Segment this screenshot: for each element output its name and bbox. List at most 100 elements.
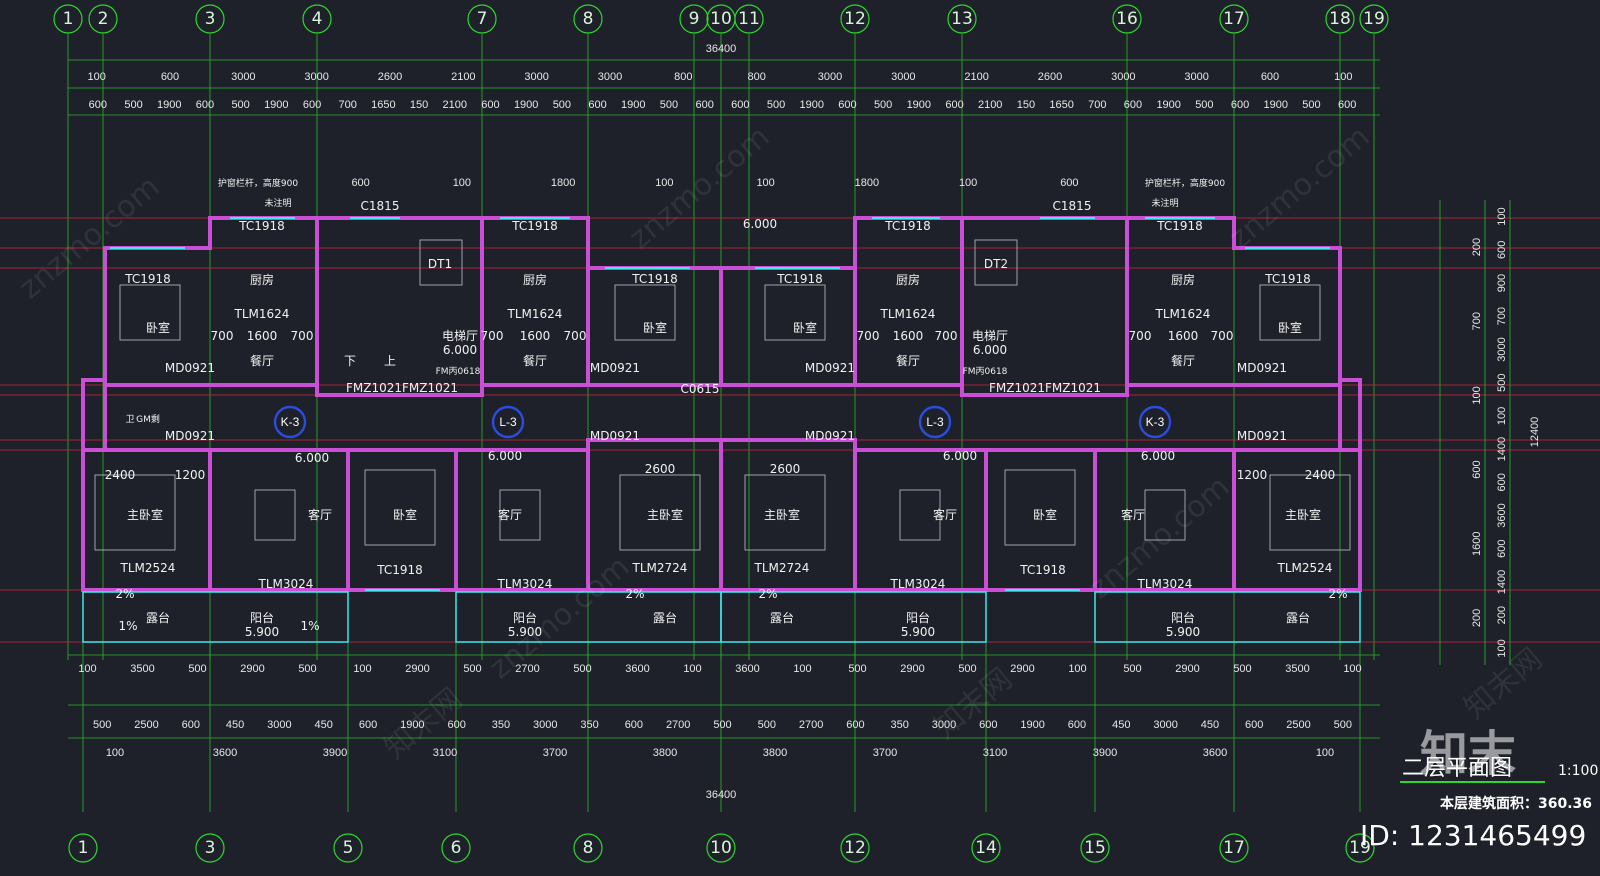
- label-master: 主卧室: [1285, 507, 1321, 522]
- label-kitchen: 厨房: [896, 272, 920, 287]
- label-700: 700: [935, 329, 958, 343]
- dim-bottom-row1: 2900: [1175, 663, 1199, 675]
- dim-top-row2: 600: [481, 99, 499, 111]
- label-md0921: MD0921: [165, 429, 215, 443]
- floor-plan-drawing: TC1918 TC1918 厨房 卧室 TLM1624 餐厅 MD0921 MD…: [0, 0, 1600, 876]
- dim-top-row2: 500: [767, 99, 785, 111]
- label-kitchen: 厨房: [1171, 272, 1195, 287]
- label-balcony: 阳台: [250, 610, 274, 625]
- label-tc1918: TC1918: [238, 219, 285, 233]
- label-1200: 1200: [175, 468, 206, 482]
- label-living: 客厅: [1121, 507, 1145, 522]
- dim-top-row1: 600: [161, 71, 179, 83]
- label-2600: 2600: [645, 462, 676, 476]
- dim-top-row2: 500: [660, 99, 678, 111]
- dim-bottom-row3: 3800: [653, 747, 677, 759]
- axis-label-top-4: 4: [312, 9, 323, 29]
- dim-top-row1: 3000: [598, 71, 622, 83]
- label-living: 客厅: [308, 507, 332, 522]
- dim-top-row1: 3000: [1184, 71, 1208, 83]
- label-tlm1624: TLM1624: [1155, 307, 1211, 321]
- axis-label-top-16: 16: [1116, 9, 1138, 29]
- dim-bottom-row2: 450: [226, 719, 244, 731]
- dim-bottom-row2: 3000: [533, 719, 557, 731]
- unit-tag-label: L-3: [926, 415, 944, 429]
- dim-bottom-row1: 100: [78, 663, 96, 675]
- label-tlm1624: TLM1624: [234, 307, 290, 321]
- watermark-logo: 知末: [1420, 726, 1516, 782]
- axis-label-top-17: 17: [1223, 9, 1245, 29]
- dim-bottom-row1: 2900: [900, 663, 924, 675]
- dim-top-row2: 600: [1231, 99, 1249, 111]
- dim-top-notes: 600: [351, 177, 369, 189]
- dim-bottom-row1: 500: [958, 663, 976, 675]
- dim-top-notes: 1800: [551, 177, 575, 189]
- dim-bottom-row3: 3900: [323, 747, 347, 759]
- dim-top-row2: 500: [874, 99, 892, 111]
- dim-top-row1: 800: [674, 71, 692, 83]
- axis-label-bottom-6: 6: [451, 838, 462, 858]
- axis-label-top-2: 2: [98, 9, 109, 29]
- dim-right-col1: 100: [1496, 207, 1508, 225]
- label-slope2: 2%: [625, 587, 644, 601]
- label-tlm3024: TLM3024: [258, 577, 314, 591]
- label-tc1918: TC1918: [631, 272, 678, 286]
- label-tlm3024: TLM3024: [890, 577, 946, 591]
- label-c1815: C1815: [1053, 199, 1092, 213]
- dim-top-notes: 100: [453, 177, 471, 189]
- label-2400: 2400: [1305, 468, 1336, 482]
- dim-bottom-row2: 350: [492, 719, 510, 731]
- dim-bottom-row1: 100: [793, 663, 811, 675]
- label-master: 主卧室: [127, 507, 163, 522]
- label-kitchen: 厨房: [250, 272, 274, 287]
- dim-bottom-row3: 3100: [983, 747, 1007, 759]
- dim-right-col1: 3600: [1496, 503, 1508, 527]
- dim-bottom-row1: 100: [683, 663, 701, 675]
- label-700: 700: [211, 329, 234, 343]
- label-tc1918: TC1918: [776, 272, 823, 286]
- dim-top-row1: 2100: [451, 71, 475, 83]
- label-md0921: MD0921: [805, 361, 855, 375]
- guard-note-right: 护窗栏杆，高度900: [1145, 177, 1225, 189]
- dim-bottom-row3: 3600: [213, 747, 237, 759]
- dim-top-row2: 600: [1338, 99, 1356, 111]
- dim-right-col1: 200: [1496, 606, 1508, 624]
- label-slope1: 1%: [118, 619, 137, 633]
- label-elevator-hall: 电梯厅: [442, 329, 478, 343]
- dim-top-row2: 700: [339, 99, 357, 111]
- dim-right-col2: 100: [1471, 386, 1483, 404]
- dim-bottom-row1: 100: [1068, 663, 1086, 675]
- dim-bottom-row2: 600: [1245, 719, 1263, 731]
- axis-label-bottom-5: 5: [343, 838, 354, 858]
- label-slope2: 2%: [758, 587, 777, 601]
- dim-top-notes: 100: [756, 177, 774, 189]
- drawing-scale: 1:100: [1558, 763, 1598, 779]
- dim-right-col1: 600: [1496, 241, 1508, 259]
- dim-right-col1: 100: [1496, 407, 1508, 425]
- dim-top-notes: 100: [959, 177, 977, 189]
- floor-area: 本层建筑面积：360.36: [1440, 795, 1592, 812]
- dim-top-row2: 1900: [1264, 99, 1288, 111]
- guard-note2-right: 未注明: [1151, 197, 1178, 209]
- dim-right-col1: 500: [1496, 373, 1508, 391]
- label-bedroom: 卧室: [643, 320, 667, 335]
- label-md0921: MD0921: [805, 429, 855, 443]
- label-dining: 餐厅: [250, 353, 274, 368]
- label-living: 客厅: [933, 507, 957, 522]
- dim-top-row2: 1900: [799, 99, 823, 111]
- label-700: 700: [1129, 329, 1152, 343]
- dim-bottom-row1: 500: [848, 663, 866, 675]
- dim-bottom-row3: 3900: [1093, 747, 1117, 759]
- label-tlm2524: TLM2524: [1277, 561, 1333, 575]
- dim-right-col2: 700: [1471, 312, 1483, 330]
- label-slope1: 1%: [300, 619, 319, 633]
- dim-bottom-row2: 350: [580, 719, 598, 731]
- label-tc1918: TC1918: [884, 219, 931, 233]
- dim-bottom-row2: 500: [713, 719, 731, 731]
- axis-label-bottom-8: 8: [583, 838, 594, 858]
- axis-label-bottom-3: 3: [205, 838, 216, 858]
- label-elevator-hall: 电梯厅: [972, 329, 1008, 343]
- label-balcony-level: 5.900: [245, 625, 279, 639]
- dim-bottom-row3: 100: [106, 747, 124, 759]
- dim-top-row2: 600: [731, 99, 749, 111]
